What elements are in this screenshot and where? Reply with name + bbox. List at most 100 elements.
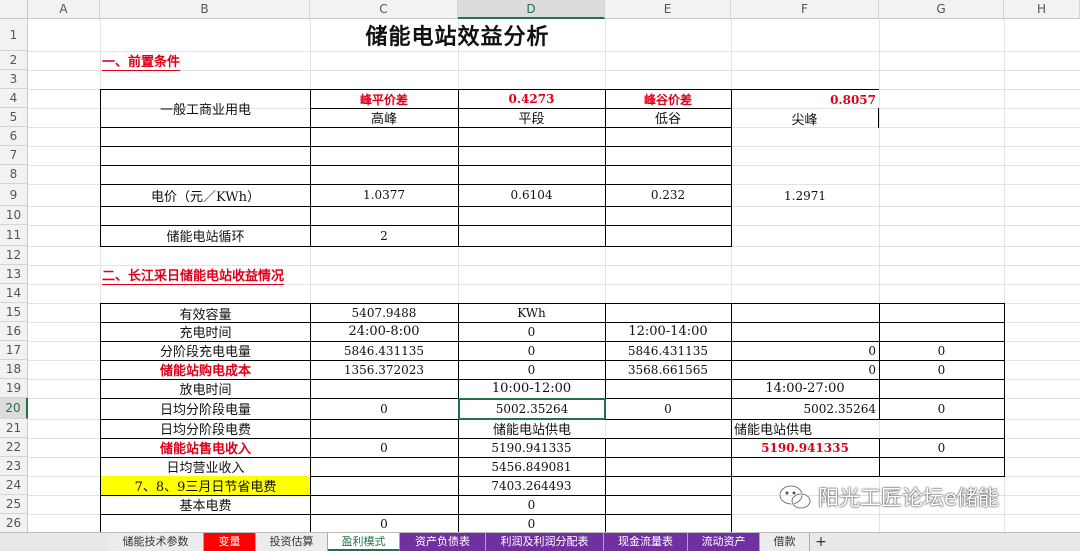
tab-tech-params[interactable]: 储能技术参数 [108,533,204,551]
empty-cell[interactable] [458,127,606,147]
price-flat-cell[interactable]: 0.6104 [458,184,606,207]
column-header-h[interactable]: H [1004,0,1080,19]
row-header[interactable]: 14 [0,284,28,303]
period-sharp-cell[interactable]: 尖峰 [731,108,879,128]
empty-cell[interactable] [879,303,1005,323]
empty-cell[interactable] [458,225,606,247]
empty-cell[interactable] [605,379,732,399]
select-all-corner[interactable] [0,0,28,19]
row-header[interactable]: 11 [0,225,28,246]
empty-cell[interactable] [605,438,732,458]
peak-valley-value-cell[interactable]: 0.8057 [731,89,879,109]
tab-loans[interactable]: 借款 [760,533,810,551]
column-header-c[interactable]: C [310,0,458,19]
empty-cell[interactable] [605,419,732,439]
value-cell[interactable]: 0 [879,398,1005,420]
value-cell[interactable]: 5846.431135 [605,341,732,361]
row-header[interactable]: 15 [0,303,28,322]
row-header[interactable]: 4 [0,89,28,108]
empty-cell[interactable] [100,165,311,185]
tab-investment[interactable]: 投资估算 [256,533,328,551]
peak-flat-label-cell[interactable]: 峰平价差 [310,89,459,109]
label-cell[interactable]: 有效容量 [100,303,311,323]
row-header[interactable]: 3 [0,70,28,89]
peak-valley-label-cell[interactable]: 峰谷价差 [605,89,732,109]
column-header-f[interactable]: F [731,0,879,19]
empty-cell[interactable] [879,457,1005,477]
value-cell[interactable]: 0 [458,495,606,515]
empty-cell[interactable] [310,127,459,147]
value-cell[interactable]: 5002.35264 [731,398,880,420]
cycle-value-cell[interactable]: 2 [310,225,459,247]
empty-cell[interactable] [605,165,732,185]
value-cell[interactable]: 0 [458,514,606,532]
empty-cell[interactable] [731,457,880,477]
empty-cell[interactable] [605,225,732,247]
tab-profit-model[interactable]: 盈利模式 [328,533,400,551]
empty-cell[interactable] [605,476,732,496]
empty-cell[interactable] [879,419,1005,439]
spreadsheet-grid[interactable]: A B C D E F G H 1 2 3 4 5 6 7 8 9 10 11 … [0,0,1080,532]
price-low-cell[interactable]: 0.232 [605,184,732,207]
value-cell[interactable]: 0 [458,322,606,342]
tab-balance-sheet[interactable]: 资产负债表 [400,533,486,551]
tab-cash-flow[interactable]: 现金流量表 [604,533,688,551]
empty-cell[interactable] [605,514,732,532]
value-cell[interactable]: 0 [879,341,1005,361]
tab-profit-distribution[interactable]: 利润及利润分配表 [486,533,604,551]
row-header[interactable]: 16 [0,322,28,341]
column-header-b[interactable]: B [100,0,310,19]
empty-cell[interactable] [458,206,606,226]
unit-cell[interactable]: KWh [458,303,606,323]
empty-cell[interactable] [605,206,732,226]
value-cell[interactable]: 0 [731,341,880,361]
value-cell[interactable]: 7403.264493 [458,476,606,496]
empty-cell[interactable] [879,379,1005,399]
label-cell[interactable]: 基本电费 [100,495,311,515]
empty-cell[interactable] [100,146,311,166]
row-header[interactable]: 1 [0,19,28,51]
label-cell-highlighted[interactable]: 7、8、9三月日节省电费 [100,476,311,496]
row-header[interactable]: 7 [0,146,28,165]
value-cell[interactable]: 24:00-8:00 [310,322,459,342]
value-cell[interactable]: 5190.941335 [731,438,880,458]
value-cell[interactable]: 0 [310,438,459,458]
value-cell[interactable]: 储能电站供电 [731,419,880,439]
empty-cell[interactable] [100,514,311,532]
value-cell[interactable]: 12:00-14:00 [605,322,732,342]
value-cell[interactable]: 14:00-27:00 [731,379,880,399]
tariff-type-cell[interactable]: 一般工商业用电 [100,89,311,128]
value-cell[interactable]: 0 [458,360,606,380]
value-cell[interactable]: 10:00-12:00 [458,379,606,399]
value-cell[interactable]: 0 [458,341,606,361]
value-cell[interactable]: 0 [310,398,459,420]
row-header[interactable]: 21 [0,419,28,438]
empty-cell[interactable] [310,476,459,496]
tab-current-assets[interactable]: 流动资产 [688,533,760,551]
row-header[interactable]: 10 [0,206,28,225]
row-header[interactable]: 12 [0,246,28,265]
empty-cell[interactable] [310,419,459,439]
empty-cell[interactable] [310,165,459,185]
value-cell[interactable]: 5456.849081 [458,457,606,477]
label-cell[interactable]: 日均营业收入 [100,457,311,477]
price-label-cell[interactable]: 电价（元／KWh） [100,184,311,207]
row-header[interactable]: 25 [0,495,28,514]
price-sharp-cell[interactable]: 1.2971 [731,184,879,207]
period-flat-cell[interactable]: 平段 [458,108,606,128]
empty-cell[interactable] [310,379,459,399]
value-cell[interactable]: 储能电站供电 [458,419,606,439]
label-cell[interactable]: 充电时间 [100,322,311,342]
value-cell[interactable]: 5846.431135 [310,341,459,361]
label-cell[interactable]: 储能站售电收入 [100,438,311,458]
label-cell[interactable]: 放电时间 [100,379,311,399]
row-header[interactable]: 6 [0,127,28,146]
empty-cell[interactable] [100,127,311,147]
price-high-cell[interactable]: 1.0377 [310,184,459,207]
row-header[interactable]: 24 [0,476,28,495]
row-header[interactable]: 18 [0,360,28,379]
add-sheet-button[interactable]: + [810,533,832,551]
empty-cell[interactable] [310,495,459,515]
empty-cell[interactable] [731,322,880,342]
value-cell[interactable]: 0 [731,360,880,380]
